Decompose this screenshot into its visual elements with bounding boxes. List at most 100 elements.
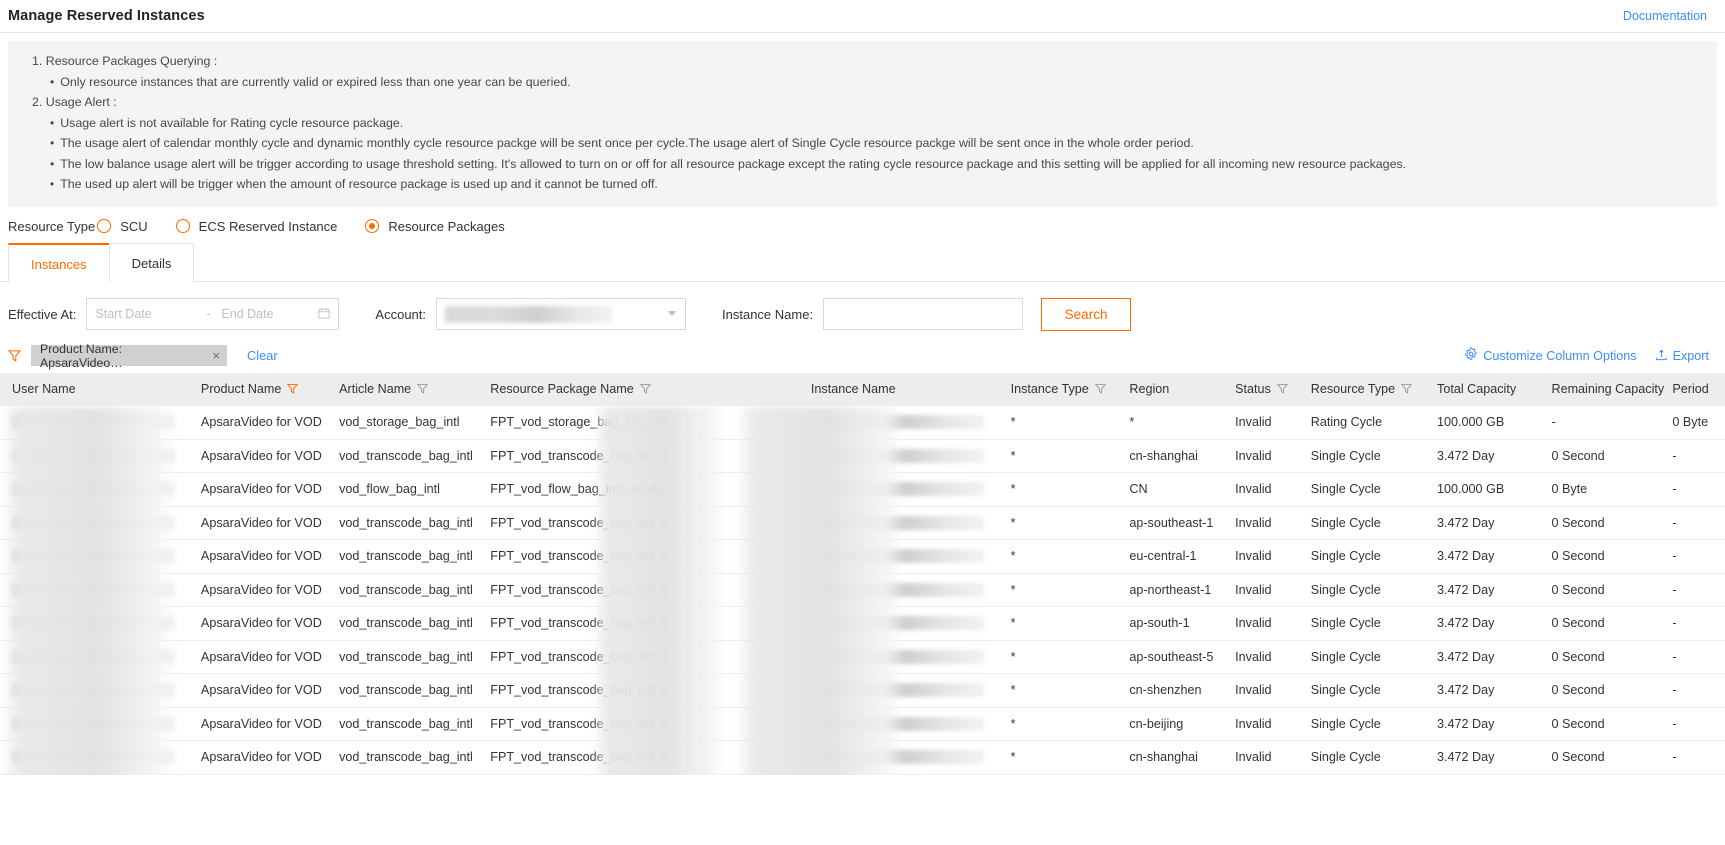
cell-resource-type: Single Cycle: [1298, 707, 1426, 741]
cell-period: -: [1660, 640, 1725, 674]
radio-option-scu[interactable]: SCU: [97, 219, 148, 234]
column-header-article-name[interactable]: Article Name: [327, 372, 479, 406]
export-button[interactable]: Export: [1655, 348, 1709, 364]
notice-item-1-title: 1. Resource Packages Querying :: [32, 54, 218, 68]
close-icon[interactable]: ×: [212, 348, 220, 363]
tab-details[interactable]: Details: [108, 242, 195, 282]
cell-instance-name: [798, 405, 999, 440]
table-row[interactable]: ApsaraVideo for VOD vod_transcode_bag_int…: [0, 573, 1725, 607]
cell-period: -: [1660, 539, 1725, 574]
cell-article-name: vod_storage_bag_intl: [327, 405, 479, 440]
cell-instance-name: [798, 673, 999, 708]
cell-status: Invalid: [1223, 439, 1299, 473]
table-row[interactable]: ApsaraVideo for VOD vod_storage_bag_intl F…: [0, 405, 1725, 440]
cell-article-name: vod_transcode_bag_intl: [327, 439, 479, 473]
filter-icon[interactable]: [639, 383, 651, 394]
cell-instance-name: [798, 506, 999, 540]
cell-remaining-capacity: 0 Second: [1539, 573, 1661, 607]
filter-chip-product-name[interactable]: Product Name: ApsaraVideo… ×: [31, 342, 227, 370]
table-header-row: User Name Product Name Article Name Resourc…: [0, 372, 1725, 406]
cell-product-name: ApsaraVideo for VOD: [188, 405, 328, 440]
redacted-value: [12, 482, 175, 497]
cell-instance-name: [798, 740, 999, 775]
cell-total-capacity: 3.472 Day: [1425, 640, 1540, 674]
cell-product-name: ApsaraVideo for VOD: [188, 740, 328, 775]
customize-column-options-button[interactable]: Customize Column Options: [1464, 347, 1637, 364]
column-header-label: Resource Package Name: [490, 382, 634, 396]
table-row[interactable]: ApsaraVideo for VOD vod_transcode_bag_int…: [0, 640, 1725, 674]
cell-user-name: [0, 472, 189, 507]
column-header-label: Resource Type: [1310, 382, 1396, 396]
cell-user-name: [0, 707, 189, 741]
column-header-period: Period: [1660, 372, 1725, 406]
cell-instance-type: *: [998, 472, 1118, 507]
instance-name-input[interactable]: [823, 298, 1024, 330]
filter-icon[interactable]: [287, 383, 299, 394]
filter-icon[interactable]: [1094, 383, 1106, 394]
column-header-resource-package-name[interactable]: Resource Package Name: [478, 372, 799, 406]
table-row[interactable]: ApsaraVideo for VOD vod_transcode_bag_int…: [0, 506, 1725, 540]
table-row[interactable]: ApsaraVideo for VOD vod_transcode_bag_int…: [0, 606, 1725, 641]
cell-instance-type: *: [998, 539, 1118, 574]
cell-total-capacity: 100.000 GB: [1425, 472, 1540, 507]
table-row[interactable]: ApsaraVideo for VOD vod_transcode_bag_int…: [0, 673, 1725, 708]
redacted-value: [12, 649, 175, 664]
cell-user-name: [0, 539, 189, 574]
notice-item-2-bullet-4: The used up alert will be trigger when t…: [20, 174, 1705, 195]
table-row[interactable]: ApsaraVideo for VOD vod_flow_bag_intl FPT_…: [0, 472, 1725, 507]
clear-filters-link[interactable]: Clear: [247, 348, 278, 363]
effective-at-daterange[interactable]: Start Date - End Date: [86, 298, 340, 330]
table-row[interactable]: ApsaraVideo for VOD vod_transcode_bag_int…: [0, 707, 1725, 741]
cell-resource-package-name: FPT_vod_transcode_bag_intl_c: [478, 539, 799, 574]
upload-icon: [1655, 348, 1668, 364]
cell-status: Invalid: [1223, 606, 1299, 641]
tab-instances[interactable]: Instances: [8, 242, 110, 282]
redacted-value: [12, 616, 175, 631]
column-header-label: Total Capacity: [1437, 382, 1517, 396]
cell-region: cn-shanghai: [1117, 439, 1224, 473]
funnel-icon: [8, 349, 21, 362]
search-filter-form: Effective At: Start Date - End Date Acco…: [0, 282, 1725, 343]
column-header-product-name[interactable]: Product Name: [188, 372, 328, 406]
customize-column-options-label: Customize Column Options: [1483, 348, 1637, 363]
instances-table-container: User Name Product Name Article Name Resourc…: [0, 372, 1725, 775]
cell-total-capacity: 100.000 GB: [1425, 405, 1540, 440]
cell-resource-package-name: FPT_vod_transcode_bag_intl_c: [478, 740, 799, 775]
table-row[interactable]: ApsaraVideo for VOD vod_transcode_bag_int…: [0, 740, 1725, 775]
column-header-status[interactable]: Status: [1223, 372, 1299, 406]
cell-remaining-capacity: 0 Second: [1539, 439, 1661, 473]
cell-status: Invalid: [1223, 740, 1299, 775]
filter-icon[interactable]: [417, 383, 429, 394]
redacted-value: [810, 616, 984, 631]
cell-instance-type: *: [998, 740, 1118, 775]
page-title: Manage Reserved Instances: [8, 8, 205, 24]
documentation-link[interactable]: Documentation: [1623, 9, 1707, 23]
cell-user-name: [0, 740, 189, 775]
resource-type-label: Resource Type: [8, 218, 96, 234]
table-row[interactable]: ApsaraVideo for VOD vod_transcode_bag_int…: [0, 439, 1725, 473]
start-date-input[interactable]: Start Date: [95, 307, 195, 321]
cell-remaining-capacity: 0 Byte: [1539, 472, 1661, 507]
end-date-input[interactable]: End Date: [221, 307, 309, 321]
search-button[interactable]: Search: [1041, 297, 1132, 331]
radio-option-resource-packages[interactable]: Resource Packages: [365, 219, 505, 234]
cell-article-name: vod_transcode_bag_intl: [327, 573, 479, 607]
column-header-resource-type[interactable]: Resource Type: [1298, 372, 1426, 406]
radio-option-ecs-reserved-instance[interactable]: ECS Reserved Instance: [175, 219, 337, 234]
table-row[interactable]: ApsaraVideo for VOD vod_transcode_bag_int…: [0, 539, 1725, 574]
cell-resource-type: Single Cycle: [1298, 606, 1426, 641]
account-select[interactable]: [436, 298, 687, 330]
redacted-value: [810, 482, 984, 497]
column-header-instance-type[interactable]: Instance Type: [998, 372, 1118, 406]
cell-remaining-capacity: -: [1539, 405, 1661, 440]
cell-resource-type: Single Cycle: [1298, 506, 1426, 540]
cell-status: Invalid: [1223, 673, 1299, 708]
filter-icon[interactable]: [1276, 383, 1288, 394]
cell-resource-type: Single Cycle: [1298, 740, 1426, 775]
table-header: User Name Product Name Article Name Resourc…: [0, 372, 1725, 406]
redacted-value: [810, 515, 984, 530]
filter-icon[interactable]: [1401, 383, 1413, 394]
cell-region: cn-beijing: [1117, 707, 1224, 741]
notice-item-2-bullet-1: Usage alert is not available for Rating …: [20, 113, 1705, 134]
cell-article-name: vod_transcode_bag_intl: [327, 539, 479, 574]
